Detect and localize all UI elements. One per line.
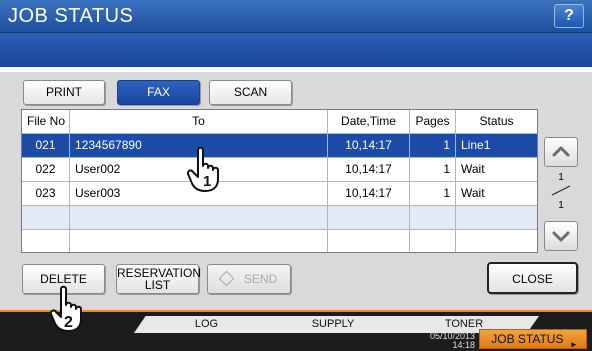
job-status-label: JOB STATUS — [491, 332, 564, 346]
total-pages: 1 — [558, 200, 564, 211]
cell-date-time: 10,14:17 — [328, 182, 410, 205]
chevron-down-icon — [552, 231, 570, 242]
arrow-icon: ► — [569, 340, 578, 349]
cell-file-no: 021 — [22, 134, 70, 157]
callout-number: 1 — [203, 173, 211, 190]
reservation-list-button[interactable]: RESERVATION LIST — [116, 264, 201, 294]
empty-cell — [410, 206, 456, 229]
table-row[interactable]: 021 1234567890 10,14:17 1 Line1 — [22, 134, 537, 158]
table-header: File No To Date,Time Pages Status — [22, 110, 537, 134]
table-row[interactable]: 022 User002 10,14:17 1 Wait — [22, 158, 537, 182]
message-area — [0, 33, 592, 67]
header-pages: Pages — [410, 110, 456, 133]
empty-row — [22, 206, 537, 230]
table-row[interactable]: 023 User003 10,14:17 1 Wait — [22, 182, 537, 206]
header-status: Status — [479, 114, 514, 128]
send-button[interactable]: SEND — [207, 264, 291, 294]
empty-cell — [456, 230, 537, 252]
tab-log[interactable]: LOG — [134, 316, 279, 333]
time-display: 14:18 — [452, 340, 475, 350]
help-button[interactable]: ? — [554, 4, 584, 28]
scroll-up-button[interactable] — [544, 137, 578, 167]
page-title: JOB STATUS — [8, 5, 134, 27]
empty-cell — [328, 206, 410, 229]
cell-file-no: 023 — [22, 182, 70, 205]
empty-cell — [410, 230, 456, 252]
cell-date-time: 10,14:17 — [328, 158, 410, 181]
cell-pages: 1 — [410, 182, 456, 205]
page-divider — [551, 185, 571, 196]
header-date-time: Date,Time — [328, 110, 410, 133]
cell-file-no: 022 — [22, 158, 70, 181]
tab-print[interactable]: PRINT — [23, 80, 105, 105]
tab-supply[interactable]: SUPPLY — [262, 316, 404, 333]
callout-number: 2 — [64, 314, 73, 331]
empty-cell — [456, 206, 537, 229]
title-bar: JOB STATUS ? — [0, 0, 592, 33]
page-indicator: 1 1 — [548, 172, 574, 214]
send-label: SEND — [243, 272, 278, 286]
cell-status: Line1 — [461, 138, 491, 152]
job-table: File No To Date,Time Pages Status 021 12… — [21, 109, 538, 253]
header-file-no: File No — [22, 110, 70, 133]
hand-pointer-icon: 2 — [49, 285, 82, 332]
clock: 05/10/2013 14:18 — [427, 332, 475, 350]
close-button[interactable]: CLOSE — [487, 262, 578, 294]
scroll-down-button[interactable] — [544, 221, 578, 251]
cell-pages: 1 — [410, 158, 456, 181]
cell-pages: 1 — [410, 134, 456, 157]
send-icon — [218, 270, 235, 287]
empty-row — [22, 230, 537, 252]
header-to: To — [70, 110, 328, 133]
list-label: LIST — [144, 278, 171, 292]
job-status-button[interactable]: JOB STATUS ► — [479, 329, 587, 349]
empty-cell — [328, 230, 410, 252]
tab-fax[interactable]: FAX — [117, 80, 200, 105]
current-page: 1 — [558, 172, 564, 183]
hand-pointer-icon: 1 — [186, 146, 219, 192]
cell-status: Wait — [461, 186, 485, 200]
cell-date-time: 10,14:17 — [328, 134, 410, 157]
cell-status: Wait — [461, 162, 485, 176]
chevron-up-icon — [552, 146, 570, 157]
empty-cell — [70, 230, 328, 252]
tab-scan[interactable]: SCAN — [209, 80, 292, 105]
empty-cell — [22, 206, 70, 229]
empty-cell — [22, 230, 70, 252]
empty-cell — [70, 206, 328, 229]
